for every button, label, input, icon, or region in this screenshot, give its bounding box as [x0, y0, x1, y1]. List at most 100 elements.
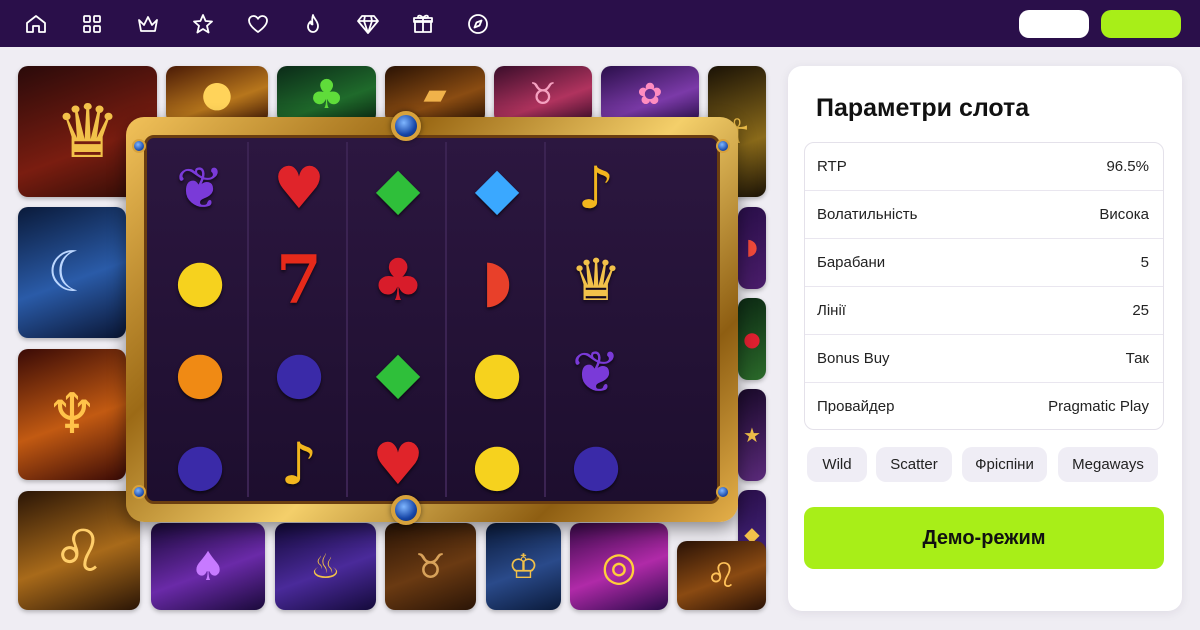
cherry-symbol: ♣: [349, 234, 447, 326]
reel-3: ◆ ♣ ◆ ♥: [349, 142, 447, 497]
plum-symbol: ●: [151, 418, 249, 510]
crown-symbol: ♛: [547, 234, 645, 326]
frame-gem-corner: [716, 485, 730, 499]
game-tile-dragon[interactable]: ♆: [18, 349, 126, 480]
reel-2: ♥ 7 ● ♪: [250, 142, 348, 497]
game-tile-coins[interactable]: ●: [166, 66, 268, 124]
plum-icon: ●: [273, 338, 325, 406]
frame-gem-corner: [132, 485, 146, 499]
frame-gem-bottom: [391, 495, 421, 525]
lemon-icon: ●: [174, 246, 226, 314]
game-tile-lotus[interactable]: ✿: [601, 66, 699, 124]
bell-icon: ♪: [280, 430, 318, 498]
compass-icon[interactable]: [466, 12, 490, 36]
bell-symbol: ♪: [547, 142, 645, 234]
game-tile-watermelon[interactable]: ◗: [738, 207, 766, 289]
param-row-rtp: RTP 96.5%: [805, 143, 1163, 191]
heart-icon[interactable]: [246, 12, 270, 36]
grape-symbol: ❦: [547, 326, 645, 418]
lemon-symbol: ●: [151, 234, 249, 326]
plum-icon: ●: [174, 430, 226, 498]
slot-reels-area: ❦ ● ● ● ♥ 7 ● ♪ ◆ ♣ ◆ ♥ ◆ ◗ ● ● ♪ ♛ ❦ ●: [144, 135, 720, 504]
diamond-icon[interactable]: [356, 12, 380, 36]
star-icon[interactable]: [191, 12, 215, 36]
lemon-icon: ●: [471, 338, 523, 406]
reel-5: ♪ ♛ ❦ ●: [547, 142, 645, 497]
param-label: Лінії: [817, 302, 846, 319]
frame-gem-corner: [716, 139, 730, 153]
slot-machine[interactable]: ❦ ● ● ● ♥ 7 ● ♪ ◆ ♣ ◆ ♥ ◆ ◗ ● ● ♪ ♛ ❦ ●: [126, 111, 738, 525]
param-value: 96.5%: [1106, 158, 1149, 175]
flame-icon[interactable]: [301, 12, 325, 36]
game-tile-clover[interactable]: ♣: [277, 66, 376, 124]
register-button[interactable]: [1101, 10, 1181, 38]
tag-free-spins[interactable]: Фріспіни: [962, 447, 1047, 482]
tag-wild[interactable]: Wild: [807, 447, 867, 482]
game-tile-cat[interactable]: ♠: [151, 523, 265, 610]
home-icon[interactable]: [24, 12, 48, 36]
grape-icon: ❦: [175, 154, 225, 222]
param-value: 5: [1140, 254, 1149, 271]
grape-icon: ❦: [571, 338, 621, 406]
game-tile-side[interactable]: ★: [738, 389, 766, 481]
tag-scatter[interactable]: Scatter: [876, 447, 952, 482]
lemon-symbol: ●: [448, 326, 546, 418]
grape-symbol: ❦: [151, 142, 249, 234]
params-table: RTP 96.5% Волатильність Висока Барабани …: [804, 142, 1164, 430]
orange-symbol: ●: [151, 326, 249, 418]
heart-icon: ♥: [273, 154, 325, 222]
watermelon-icon: ◗: [481, 246, 513, 314]
grid-icon[interactable]: [80, 12, 104, 36]
crown-icon[interactable]: [136, 12, 160, 36]
param-label: Волатильність: [817, 206, 918, 223]
heart-icon: ♥: [372, 430, 424, 498]
diamond-symbol: ◆: [448, 142, 546, 234]
reel-1: ❦ ● ● ●: [151, 142, 249, 497]
lemon-icon: ●: [471, 430, 523, 498]
frame-gem-top: [391, 111, 421, 141]
param-value: Висока: [1099, 206, 1149, 223]
seven-icon: 7: [276, 241, 322, 319]
plum-icon: ●: [570, 430, 622, 498]
game-tile-buffalo[interactable]: ♉: [494, 66, 592, 124]
tag-megaways[interactable]: Megaways: [1058, 447, 1158, 482]
plum-symbol: ●: [250, 326, 348, 418]
param-label: Барабани: [817, 254, 886, 271]
orange-icon: ●: [174, 338, 226, 406]
bell-icon: ♪: [577, 154, 615, 222]
top-navigation-bar: [0, 0, 1200, 47]
diamond-icon: ◆: [474, 154, 520, 222]
game-tile-lion[interactable]: ♌: [18, 491, 140, 610]
reel-4: ◆ ◗ ● ●: [448, 142, 546, 497]
watermelon-symbol: ◗: [448, 234, 546, 326]
game-tile-wolf[interactable]: ☾: [18, 207, 126, 338]
emerald-icon: ◆: [375, 338, 421, 406]
game-tile-king[interactable]: ♔: [486, 523, 561, 610]
param-value: 25: [1132, 302, 1149, 319]
game-tile-lion-roar[interactable]: ♌: [677, 541, 766, 610]
emerald-symbol: ◆: [349, 142, 447, 234]
seven-symbol: 7: [250, 234, 348, 326]
login-button[interactable]: [1019, 10, 1089, 38]
emerald-symbol: ◆: [349, 326, 447, 418]
param-value: Pragmatic Play: [1048, 398, 1149, 415]
slot-params-panel: Параметри слота RTP 96.5% Волатильність …: [788, 66, 1182, 611]
demo-mode-button[interactable]: Демо-режим: [804, 507, 1164, 569]
plum-symbol: ●: [547, 418, 645, 510]
game-tile-candy[interactable]: ◎: [570, 523, 668, 610]
gift-icon[interactable]: [411, 12, 435, 36]
param-label: Bonus Buy: [817, 350, 890, 367]
param-row-reels: Барабани 5: [805, 239, 1163, 287]
param-label: RTP: [817, 158, 847, 175]
panel-title: Параметри слота: [816, 94, 1030, 122]
emerald-icon: ◆: [375, 154, 421, 222]
crown-icon: ♛: [570, 246, 622, 314]
bell-symbol: ♪: [250, 418, 348, 510]
game-tile-lamp[interactable]: ♨: [275, 523, 376, 610]
param-label: Провайдер: [817, 398, 895, 415]
game-tile-cherry[interactable]: ●: [738, 298, 766, 380]
heart-symbol: ♥: [250, 142, 348, 234]
frame-gem-corner: [132, 139, 146, 153]
game-tile-bison[interactable]: ♉: [385, 523, 476, 610]
param-row-provider: Провайдер Pragmatic Play: [805, 383, 1163, 429]
